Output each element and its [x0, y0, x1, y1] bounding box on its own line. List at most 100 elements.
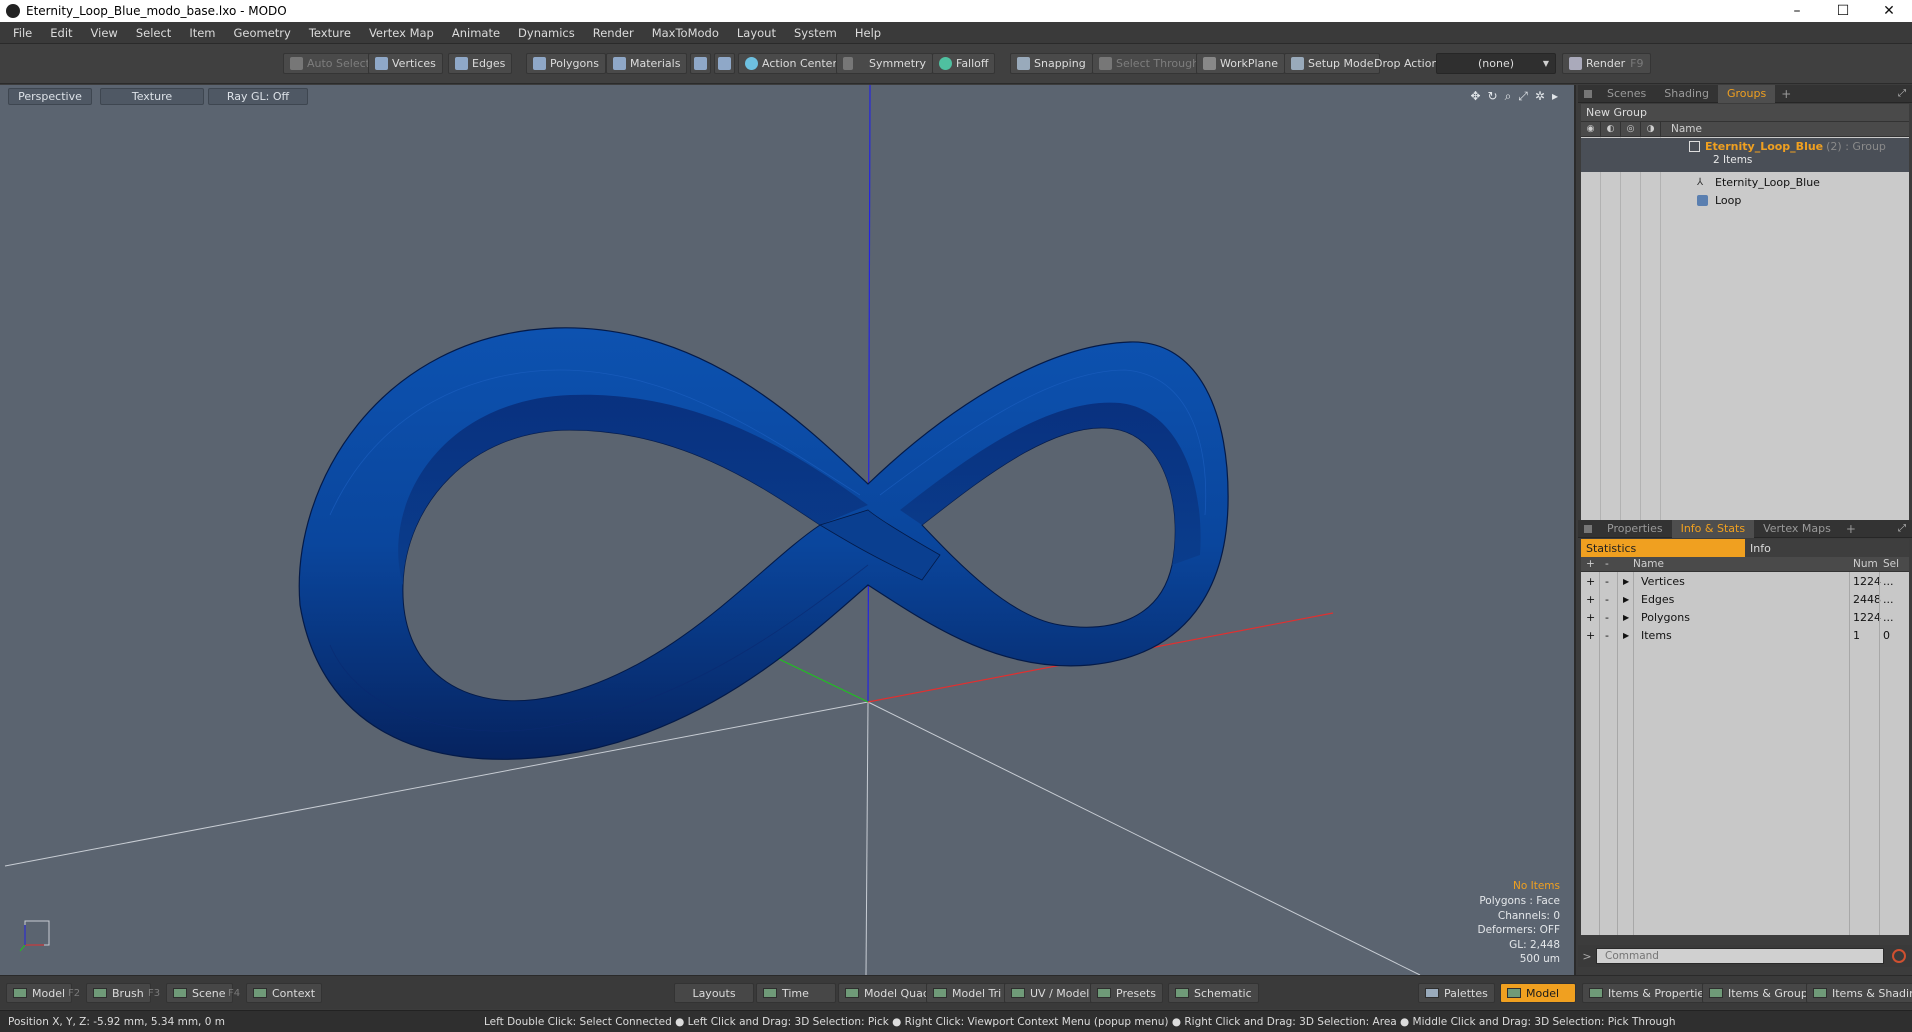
tab-groups[interactable]: Groups — [1717, 84, 1776, 103]
panel-menu-icon[interactable] — [1584, 89, 1592, 98]
tab-info[interactable]: Info — [1745, 539, 1909, 557]
items-groups-button[interactable]: Items & Groups — [1702, 983, 1821, 1003]
add-icon[interactable]: + — [1586, 629, 1595, 642]
remove-icon[interactable]: - — [1605, 593, 1609, 606]
menu-help[interactable]: Help — [846, 26, 890, 40]
menu-layout[interactable]: Layout — [728, 26, 785, 40]
uv-model-button[interactable]: UV / Model — [1004, 983, 1097, 1003]
eternity-loop-mesh[interactable] — [298, 327, 1229, 760]
menu-edit[interactable]: Edit — [41, 26, 81, 40]
add-icon[interactable]: + — [1586, 611, 1595, 624]
remove-icon[interactable]: - — [1605, 575, 1609, 588]
setup-mode-button[interactable]: Setup Mode — [1284, 53, 1381, 74]
action-center-button[interactable]: Action Center — [738, 53, 844, 74]
table-row[interactable]: + - ▶ Polygons 1224 ... — [1581, 608, 1909, 626]
vertices-button[interactable]: Vertices — [368, 53, 443, 74]
schematic-button[interactable]: Schematic — [1168, 983, 1259, 1003]
table-row[interactable]: + - ▶ Edges 2448 ... — [1581, 590, 1909, 608]
tab-properties[interactable]: Properties — [1598, 520, 1672, 538]
expand-arrow-icon[interactable]: ▶ — [1623, 577, 1629, 586]
menu-dynamics[interactable]: Dynamics — [509, 26, 584, 40]
auto-select-button[interactable]: Auto Select — [283, 53, 377, 74]
workplane-icon — [1203, 57, 1216, 70]
drop-action-dropdown[interactable]: (none) ▼ — [1436, 53, 1556, 74]
lock-icon[interactable]: ◎ — [1621, 121, 1641, 137]
polygons-button[interactable]: Polygons — [526, 53, 606, 74]
add-icon[interactable]: + — [1586, 593, 1595, 606]
presets-button[interactable]: Presets — [1090, 983, 1164, 1003]
table-row[interactable]: + - ▶ Vertices 1224 ... — [1581, 572, 1909, 590]
falloff-button[interactable]: Falloff — [932, 53, 996, 74]
model-layout-button[interactable]: Model — [6, 983, 73, 1003]
select-through-button[interactable]: Select Through — [1092, 53, 1207, 74]
collapse-all-icon[interactable]: - — [1605, 558, 1609, 570]
list-item[interactable]: ⅄ Eternity_Loop_Blue — [1581, 174, 1909, 192]
model-quad-button[interactable]: Model Quad — [838, 983, 937, 1003]
panel-menu-icon[interactable] — [1584, 524, 1592, 533]
minimize-button[interactable]: – — [1774, 0, 1820, 22]
brush-layout-button[interactable]: Brush — [86, 983, 151, 1003]
render-toggle-icon[interactable]: ◐ — [1601, 121, 1621, 137]
select-mode-b-button[interactable] — [714, 53, 735, 74]
workplane-button[interactable]: WorkPlane — [1196, 53, 1286, 74]
palettes-button[interactable]: Palettes — [1418, 983, 1495, 1003]
tab-vertex-maps[interactable]: Vertex Maps — [1754, 520, 1840, 538]
menu-view[interactable]: View — [82, 26, 127, 40]
expand-arrow-icon[interactable]: ▶ — [1623, 631, 1629, 640]
maximize-panel-icon[interactable]: ⤢ — [1898, 523, 1906, 534]
materials-button[interactable]: Materials — [606, 53, 688, 74]
vertices-icon — [375, 57, 388, 70]
items-properties-button[interactable]: Items & Properties — [1582, 983, 1717, 1003]
menu-system[interactable]: System — [785, 26, 846, 40]
expand-all-icon[interactable]: + — [1586, 558, 1595, 570]
tab-scenes[interactable]: Scenes — [1598, 85, 1655, 103]
render-button[interactable]: Render F9 — [1562, 53, 1651, 74]
list-item[interactable]: Loop — [1581, 192, 1909, 210]
menu-select[interactable]: Select — [127, 26, 180, 40]
group-row[interactable]: Eternity_Loop_Blue (2) : Group 2 Items — [1581, 138, 1909, 172]
add-tab-icon[interactable]: + — [1775, 87, 1797, 101]
snapping-button[interactable]: Snapping — [1010, 53, 1093, 74]
tab-info-stats[interactable]: Info & Stats — [1671, 519, 1755, 538]
mesh-item-icon: ⅄ — [1697, 177, 1704, 188]
time-layout-button[interactable]: Time — [756, 983, 836, 1003]
maximize-panel-icon[interactable]: ⤢ — [1898, 88, 1906, 99]
tab-statistics[interactable]: Statistics — [1581, 539, 1745, 557]
scene-layout-button[interactable]: Scene — [166, 983, 233, 1003]
layouts-button[interactable]: Layouts — [674, 983, 754, 1003]
expand-arrow-icon[interactable]: ▶ — [1623, 595, 1629, 604]
record-macro-icon[interactable] — [1892, 949, 1906, 963]
menu-geometry[interactable]: Geometry — [225, 26, 300, 40]
close-button[interactable]: ✕ — [1866, 0, 1912, 22]
maximize-button[interactable]: ☐ — [1820, 0, 1866, 22]
menu-texture[interactable]: Texture — [300, 26, 360, 40]
3d-viewport[interactable]: Perspective Texture Ray GL: Off ✥ ↻ ⌕ ⤢ … — [0, 85, 1576, 975]
select-toggle-icon[interactable]: ◑ — [1641, 121, 1661, 137]
select-mode-a-button[interactable] — [690, 53, 711, 74]
menu-item[interactable]: Item — [180, 26, 224, 40]
symmetry-button[interactable]: Symmetry — [836, 53, 934, 74]
groups-list: New Group ◉ ◐ ◎ ◑ Name Eternity_Loop_Blu… — [1581, 104, 1909, 520]
add-icon[interactable]: + — [1586, 575, 1595, 588]
menu-maxtomodo[interactable]: MaxToModo — [643, 26, 728, 40]
model-tri-button[interactable]: Model Tri — [926, 983, 1009, 1003]
visibility-icon[interactable]: ◉ — [1581, 121, 1601, 137]
menu-render[interactable]: Render — [584, 26, 643, 40]
expand-arrow-icon[interactable]: ▶ — [1623, 613, 1629, 622]
new-group-button[interactable]: New Group — [1581, 104, 1909, 122]
command-input[interactable] — [1596, 948, 1884, 964]
remove-icon[interactable]: - — [1605, 629, 1609, 642]
edges-button[interactable]: Edges — [448, 53, 513, 74]
material-item-icon — [1697, 195, 1708, 206]
items-shading-button[interactable]: Items & Shading — [1806, 983, 1912, 1003]
model-active-button[interactable]: Model — [1500, 983, 1576, 1003]
menu-animate[interactable]: Animate — [443, 26, 509, 40]
snapping-icon — [1017, 57, 1030, 70]
context-layout-button[interactable]: Context — [246, 983, 323, 1003]
table-row[interactable]: + - ▶ Items 1 0 — [1581, 626, 1909, 644]
add-tab-icon[interactable]: + — [1840, 522, 1862, 536]
menu-file[interactable]: File — [4, 26, 41, 40]
tab-shading[interactable]: Shading — [1655, 85, 1718, 103]
remove-icon[interactable]: - — [1605, 611, 1609, 624]
menu-vertex-map[interactable]: Vertex Map — [360, 26, 443, 40]
